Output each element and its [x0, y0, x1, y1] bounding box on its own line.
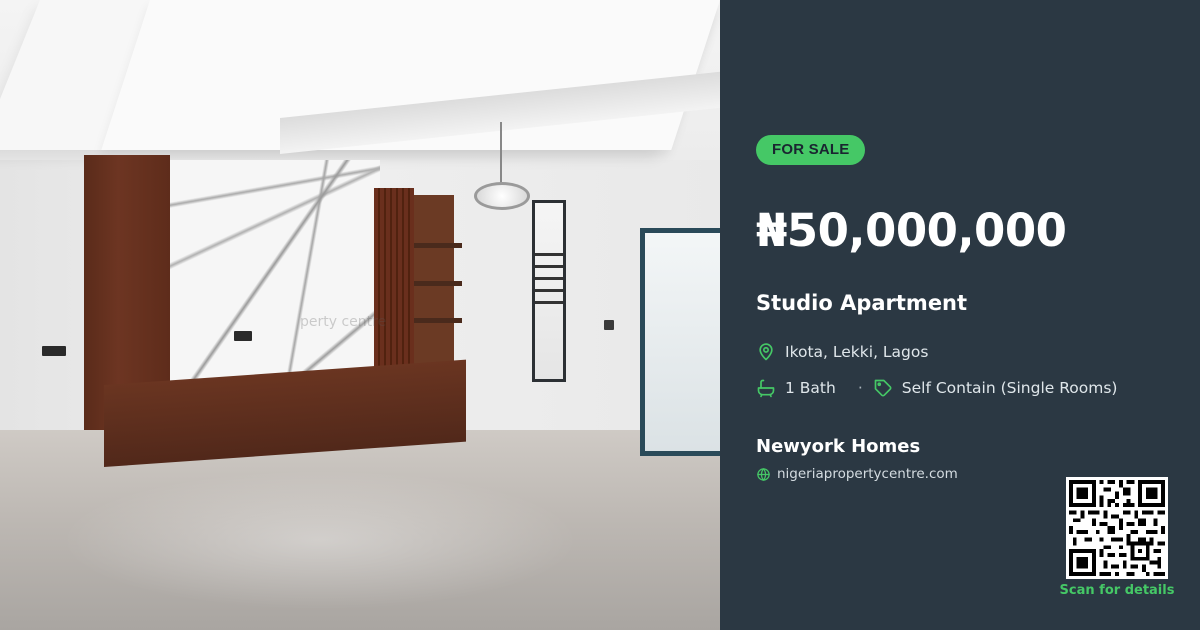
qr-code[interactable]	[1066, 477, 1168, 579]
location-text: Ikota, Lekki, Lagos	[785, 343, 929, 361]
wall-switch	[42, 346, 66, 356]
property-photo: perty centre	[0, 0, 720, 630]
qr-code-graphic	[1069, 480, 1165, 576]
blind-slat	[535, 301, 563, 304]
floor-reflection	[60, 470, 580, 610]
agent-name: Newyork Homes	[756, 436, 921, 457]
bathtub-icon	[756, 378, 776, 398]
website-row[interactable]: nigeriapropertycentre.com	[756, 466, 958, 482]
listing-price: ₦50,000,000	[756, 204, 1067, 257]
floating-shelf	[414, 243, 462, 248]
status-badge: FOR SALE	[756, 135, 866, 165]
window-with-blinds	[532, 200, 566, 382]
floating-shelf	[414, 318, 462, 323]
wall-switch	[604, 320, 614, 330]
chandelier	[474, 182, 530, 210]
separator-dot: ·	[857, 379, 863, 397]
qr-caption: Scan for details	[1059, 583, 1175, 598]
floating-shelf	[414, 281, 462, 286]
property-category: Self Contain (Single Rooms)	[901, 379, 1118, 397]
listing-title: Studio Apartment	[756, 291, 968, 315]
website-link[interactable]: nigeriapropertycentre.com	[777, 466, 958, 482]
sliding-glass-door	[640, 228, 720, 456]
blind-slat	[535, 253, 563, 256]
features-row: 1 Bath · Self Contain (Single Rooms)	[756, 378, 1117, 398]
blind-slat	[535, 277, 563, 280]
wall-switch	[234, 331, 252, 341]
globe-icon	[756, 467, 771, 482]
listing-info-panel: FOR SALE ₦50,000,000 Studio Apartment Ik…	[720, 0, 1200, 630]
blind-slat	[535, 265, 563, 268]
location-row: Ikota, Lekki, Lagos	[756, 342, 928, 362]
blind-slat	[535, 289, 563, 292]
tag-icon	[873, 378, 893, 398]
map-pin-icon	[756, 342, 776, 362]
photo-watermark: perty centre	[300, 314, 387, 330]
wood-slat-panel	[374, 188, 414, 390]
bath-count: 1 Bath	[785, 379, 836, 397]
